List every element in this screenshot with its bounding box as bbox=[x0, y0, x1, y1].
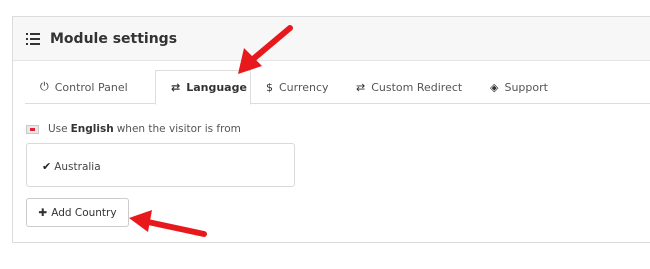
tab-support[interactable]: ◈ Support bbox=[475, 70, 565, 104]
exchange-icon: ⇄ bbox=[356, 80, 366, 94]
tab-label: Language bbox=[186, 81, 247, 94]
tab-label: Support bbox=[504, 80, 548, 94]
language-rule: Use English when the visitor is from bbox=[26, 123, 241, 135]
tab-label: Control Panel bbox=[54, 80, 128, 94]
english-flag-icon bbox=[26, 124, 39, 134]
tab-control-panel[interactable]: ⏻ Control Panel bbox=[25, 70, 143, 104]
rule-language: English bbox=[70, 123, 114, 135]
annotation-arrow-add-country bbox=[129, 210, 207, 237]
country-list: ✔ Australia bbox=[26, 143, 295, 187]
list-icon bbox=[26, 32, 40, 45]
tab-custom-redirect[interactable]: ⇄ Custom Redirect bbox=[341, 70, 471, 104]
panel-header: Module settings bbox=[13, 17, 650, 61]
tab-label: Custom Redirect bbox=[371, 80, 463, 94]
check-icon: ✔ bbox=[42, 160, 52, 173]
add-country-button[interactable]: ✚ Add Country bbox=[26, 198, 129, 227]
country-name: Australia bbox=[54, 160, 101, 173]
rule-prefix: Use bbox=[48, 123, 68, 135]
tab-label: Currency bbox=[279, 80, 329, 94]
annotation-arrow-language bbox=[238, 25, 293, 74]
settings-tabs: ⏻ Control Panel ⇄ Language $ Currency ⇄ … bbox=[25, 70, 650, 105]
plus-icon: ✚ bbox=[38, 206, 48, 219]
list-item[interactable]: ✔ Australia bbox=[42, 160, 101, 173]
dollar-icon: $ bbox=[266, 80, 273, 94]
panel-title: Module settings bbox=[50, 30, 178, 47]
ticket-icon: ◈ bbox=[490, 80, 499, 94]
rule-suffix: when the visitor is from bbox=[116, 123, 241, 135]
add-country-label: Add Country bbox=[51, 206, 117, 219]
language-icon: ⇄ bbox=[171, 81, 181, 94]
power-icon: ⏻ bbox=[40, 80, 49, 93]
